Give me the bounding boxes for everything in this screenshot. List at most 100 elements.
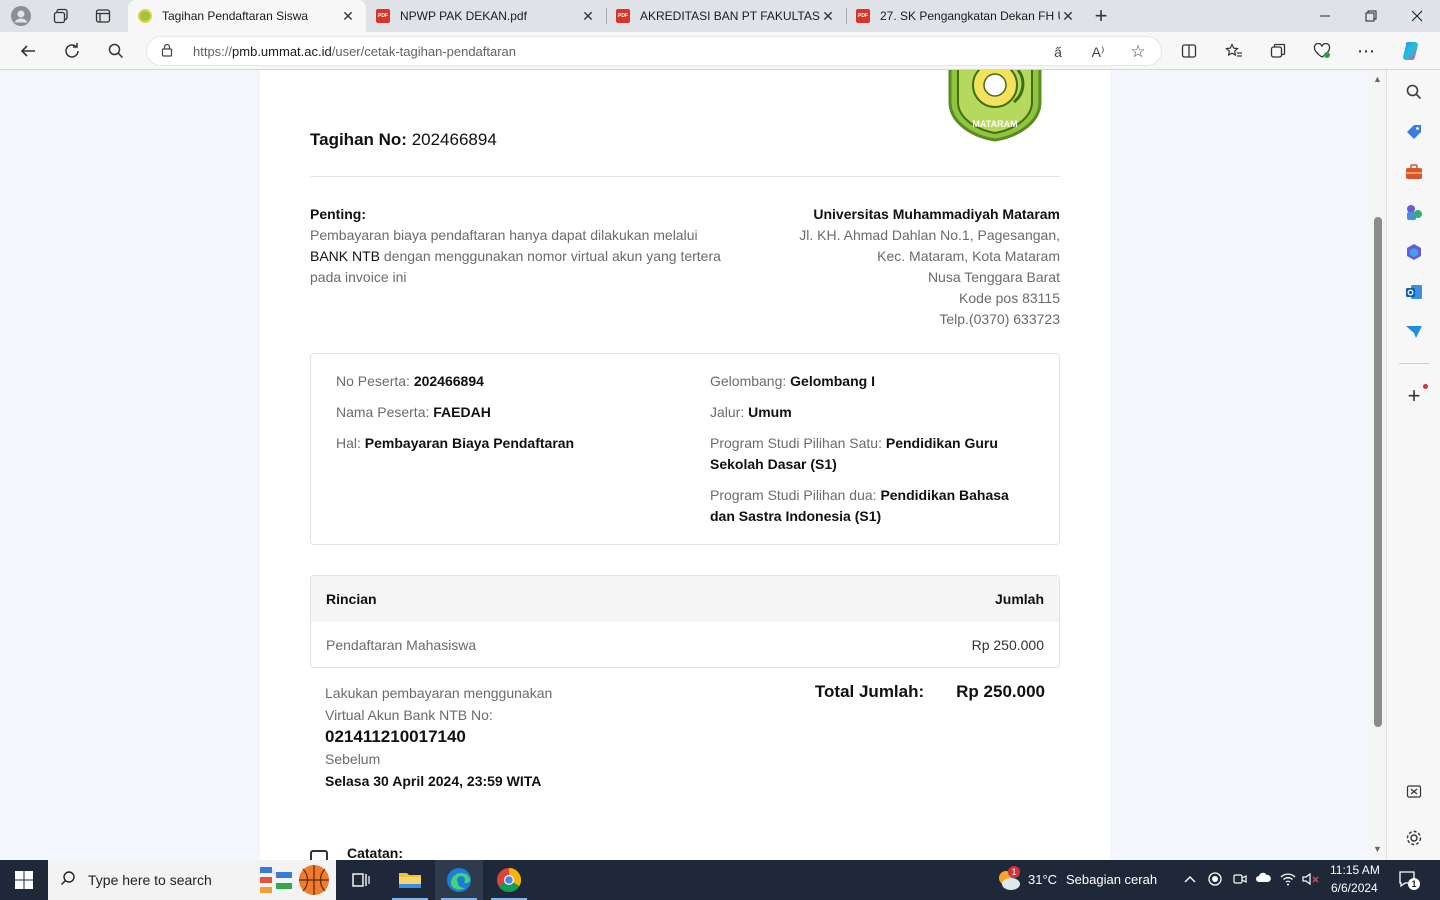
invoice-number-label: Tagihan No: xyxy=(310,130,407,149)
scroll-up-icon[interactable]: ▲ xyxy=(1373,74,1382,84)
split-screen-icon[interactable] xyxy=(1175,37,1203,65)
onedrive-icon[interactable] xyxy=(1255,872,1271,887)
weather-icon[interactable]: 1 xyxy=(996,866,1022,897)
more-menu-icon[interactable]: ⋯ xyxy=(1352,37,1380,65)
notifications-icon[interactable]: 1 xyxy=(1398,870,1420,893)
record-icon[interactable] xyxy=(1208,872,1222,889)
address-line: Nusa Tenggara Barat xyxy=(927,269,1060,285)
tab-title: AKREDITASI BAN PT FAKULTAS H xyxy=(640,9,820,23)
virtual-account-number: 021411210017140 xyxy=(325,727,466,746)
participant-info-box: No Peserta: 202466894 Nama Peserta: FAED… xyxy=(310,353,1060,545)
lock-icon[interactable] xyxy=(161,43,173,60)
games-icon[interactable] xyxy=(1404,202,1424,222)
university-logo: MATARAM xyxy=(940,70,1050,142)
field-label: No Peserta: xyxy=(336,373,410,389)
address-line: Kec. Mataram, Kota Mataram xyxy=(877,248,1060,264)
pdf-icon: PDF xyxy=(376,9,390,23)
taskbar-search-box[interactable]: Type here to search xyxy=(48,860,336,900)
minimize-icon[interactable] xyxy=(1302,0,1348,32)
wifi-icon[interactable] xyxy=(1280,872,1296,889)
search-highlight-icon[interactable] xyxy=(258,863,332,900)
workspaces-icon[interactable] xyxy=(48,4,74,28)
invoice-number: Tagihan No: 202466894 xyxy=(310,130,497,150)
start-button[interactable] xyxy=(0,860,48,900)
note-icon xyxy=(310,850,328,860)
scroll-thumb[interactable] xyxy=(1374,217,1382,727)
edge-browser-icon[interactable] xyxy=(435,860,483,900)
browser-toolbar: https://pmb.ummat.ac.id/user/cetak-tagih… xyxy=(0,32,1440,70)
refresh-icon[interactable] xyxy=(58,37,86,65)
url-path: /user/cetak-tagihan-pendaftaran xyxy=(331,44,517,59)
gelombang-field: Gelombang: Gelombang I xyxy=(710,371,875,392)
close-tab-icon[interactable]: ✕ xyxy=(580,8,596,25)
weather-temperature[interactable]: 31°C xyxy=(1028,872,1057,887)
edge-sidebar: + xyxy=(1386,70,1440,860)
field-label: Hal: xyxy=(336,435,361,451)
url-host: pmb.ummat.ac.id xyxy=(232,44,332,59)
payment-instructions: Lakukan pembayaran menggunakan Virtual A… xyxy=(325,682,725,792)
payment-line: Virtual Akun Bank NTB No: xyxy=(325,707,493,723)
read-aloud-icon[interactable]: A⁾ xyxy=(1087,41,1109,63)
search-icon[interactable] xyxy=(102,37,130,65)
microsoft-365-icon[interactable] xyxy=(1404,242,1424,262)
tab-title: 27. SK Pengangkatan Dekan FH U xyxy=(880,9,1060,23)
sidebar-settings-icon[interactable] xyxy=(1404,828,1424,848)
close-window-icon[interactable] xyxy=(1394,0,1440,32)
prodi-satu-field: Program Studi Pilihan Satu: Pendidikan G… xyxy=(710,433,1030,475)
hal-field: Hal: Pembayaran Biaya Pendaftaran xyxy=(336,433,574,454)
translate-icon[interactable]: a̋ xyxy=(1047,41,1069,63)
total-value: Rp 250.000 xyxy=(956,682,1045,701)
browser-essentials-icon[interactable] xyxy=(1308,37,1336,65)
jalur-field: Jalur: Umum xyxy=(710,402,792,423)
show-hidden-icons-chevron-icon[interactable] xyxy=(1184,872,1196,887)
page-scrollbar[interactable]: ▲ ▼ xyxy=(1370,70,1386,860)
scroll-down-icon[interactable]: ▼ xyxy=(1373,844,1382,854)
field-value: Gelombang I xyxy=(790,373,875,389)
meet-now-icon[interactable] xyxy=(1233,872,1247,889)
favorites-icon[interactable] xyxy=(1220,37,1248,65)
important-note: Penting: Pembayaran biaya pendaftaran ha… xyxy=(310,204,730,288)
weather-description[interactable]: Sebagian cerah xyxy=(1066,872,1157,887)
collections-icon[interactable] xyxy=(1264,37,1292,65)
close-tab-icon[interactable]: ✕ xyxy=(340,8,356,25)
volume-muted-icon[interactable] xyxy=(1302,872,1320,889)
url-scheme: https:// xyxy=(193,44,233,59)
address-line: Jl. KH. Ahmad Dahlan No.1, Pagesangan, xyxy=(799,227,1060,243)
restore-icon[interactable] xyxy=(1348,0,1394,32)
field-label: Jalur: xyxy=(710,404,745,420)
logo-text: MATARAM xyxy=(972,119,1017,129)
sidebar-search-icon[interactable] xyxy=(1404,82,1424,102)
clock-time[interactable]: 11:15 AM xyxy=(1330,863,1380,877)
tab-tagihan[interactable]: Tagihan Pendaftaran Siswa ✕ xyxy=(128,0,366,32)
profile-icon[interactable] xyxy=(8,4,34,28)
close-tab-icon[interactable]: ✕ xyxy=(820,8,836,25)
payment-before-label: Sebelum xyxy=(325,751,381,767)
copilot-icon[interactable] xyxy=(1398,37,1426,65)
tab-akreditasi[interactable]: PDF AKREDITASI BAN PT FAKULTAS H ✕ xyxy=(606,0,846,32)
outlook-icon[interactable] xyxy=(1404,282,1424,302)
shopping-tag-icon[interactable] xyxy=(1404,122,1424,142)
tab-sk[interactable]: PDF 27. SK Pengangkatan Dekan FH U ✕ xyxy=(846,0,1086,32)
site-favicon-icon xyxy=(138,9,152,23)
send-icon[interactable] xyxy=(1404,322,1424,342)
tab-actions-icon[interactable] xyxy=(90,4,116,28)
favorite-star-icon[interactable]: ☆ xyxy=(1127,41,1149,63)
back-icon[interactable] xyxy=(14,37,42,65)
chrome-browser-icon[interactable] xyxy=(485,860,533,900)
important-label: Penting: xyxy=(310,206,366,222)
tab-title: Tagihan Pendaftaran Siswa xyxy=(162,9,309,23)
new-tab-icon[interactable]: + xyxy=(1088,3,1114,28)
add-sidebar-app-icon[interactable]: + xyxy=(1404,383,1428,408)
toolbox-icon[interactable] xyxy=(1404,162,1424,182)
address-line: Telp.(0370) 633723 xyxy=(939,311,1060,327)
file-explorer-icon[interactable] xyxy=(386,860,434,900)
clock-date[interactable]: 6/6/2024 xyxy=(1331,881,1378,895)
hide-sidebar-icon[interactable] xyxy=(1404,782,1424,802)
close-tab-icon[interactable]: ✕ xyxy=(1060,8,1076,25)
address-bar[interactable]: https://pmb.ummat.ac.id/user/cetak-tagih… xyxy=(146,36,1162,66)
address-line: Kode pos 83115 xyxy=(959,290,1060,306)
tab-npwp[interactable]: PDF NPWP PAK DEKAN.pdf ✕ xyxy=(366,0,606,32)
payment-deadline: Selasa 30 April 2024, 23:59 WITA xyxy=(325,773,542,789)
url-text[interactable]: https://pmb.ummat.ac.id/user/cetak-tagih… xyxy=(193,44,516,59)
task-view-icon[interactable] xyxy=(336,860,384,900)
